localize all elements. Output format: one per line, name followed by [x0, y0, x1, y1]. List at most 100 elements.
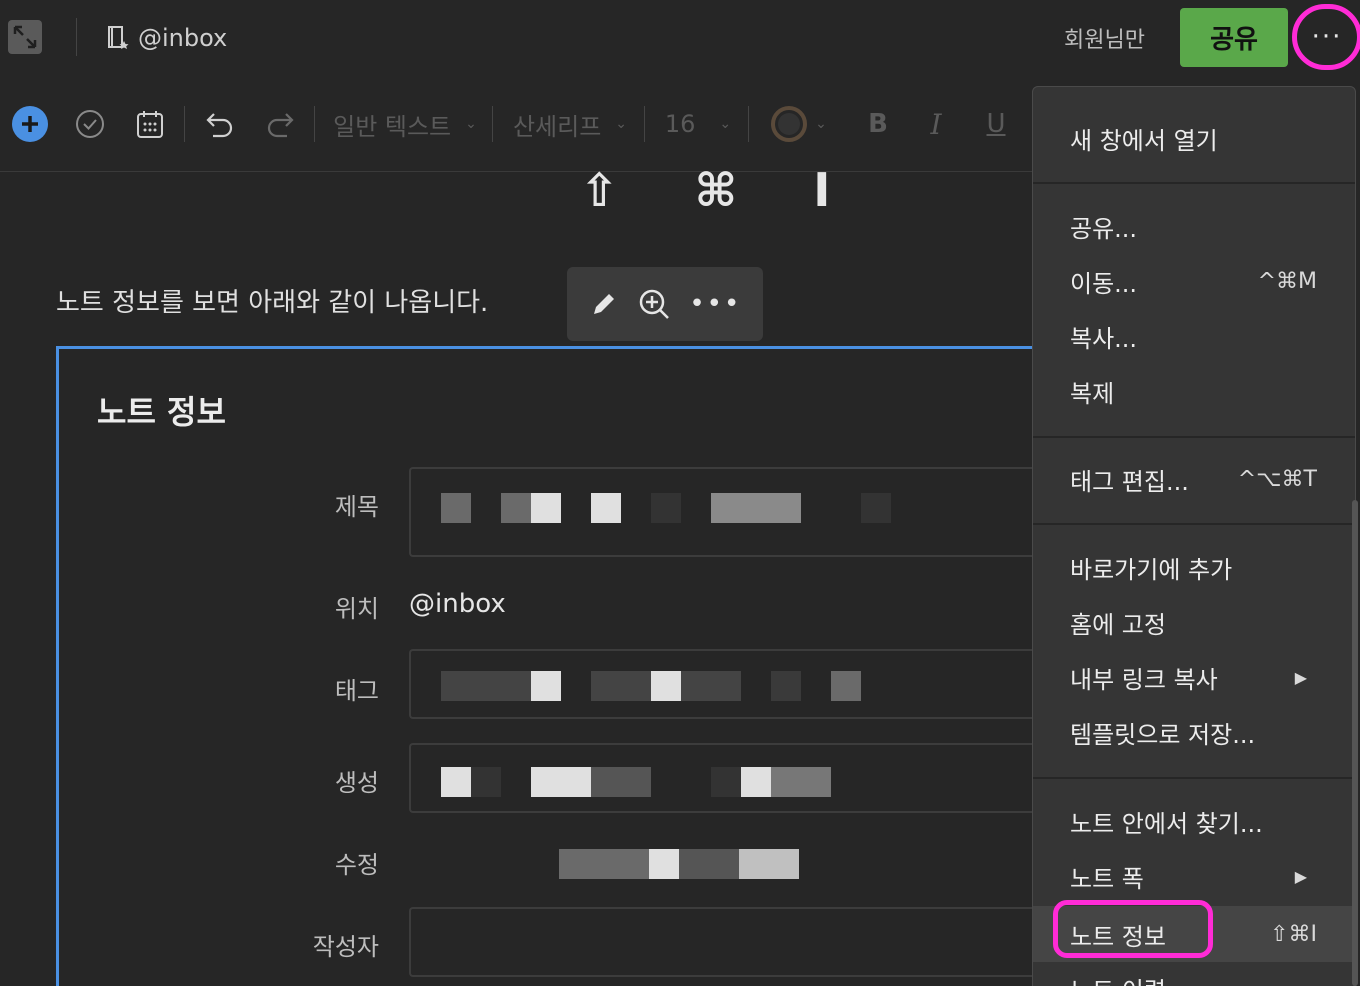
- divider: [748, 106, 749, 142]
- italic-button[interactable]: I: [918, 96, 954, 152]
- menu-item-label: 템플릿으로 저장...: [1070, 720, 1256, 749]
- submenu-arrow-icon: ▶: [1294, 667, 1307, 687]
- menu-item-label: 복사...: [1070, 324, 1138, 353]
- divider: [76, 18, 77, 56]
- note-info-title: 노트 정보: [97, 393, 226, 431]
- text-style-dropdown[interactable]: 일반 텍스트 ⌄: [330, 96, 480, 152]
- author-label: 작성자: [312, 933, 379, 961]
- more-options-menu: 새 창에서 열기 공유... 이동... ^⌘M 복사... 복제 태그 편집..…: [1032, 86, 1356, 986]
- top-bar: @inbox 회원님만 공유 ···: [0, 0, 1360, 76]
- menu-item-label: 공유...: [1070, 214, 1138, 243]
- menu-shortcut: ⇧⌘I: [1270, 921, 1317, 947]
- image-floating-toolbar: •••: [567, 267, 763, 341]
- font-label: 산세리프: [512, 112, 602, 141]
- divider: [184, 106, 185, 142]
- menu-share[interactable]: 공유...: [1033, 202, 1355, 250]
- menu-shortcut: ^⌘M: [1257, 268, 1317, 294]
- menu-divider: [1033, 436, 1355, 438]
- modified-value-redacted: [559, 849, 649, 879]
- menu-edit-tags[interactable]: 태그 편집... ^⌥⌘T: [1033, 455, 1355, 503]
- menu-item-label: 바로가기에 추가: [1070, 555, 1233, 584]
- chevron-down-icon: ⌄: [465, 116, 477, 132]
- title-field: [409, 467, 1049, 557]
- menu-item-label: 노트 이력: [1070, 971, 1166, 986]
- location-label: 위치: [334, 595, 379, 623]
- modified-value-redacted: [679, 849, 739, 879]
- text-color-dropdown[interactable]: ⌄: [764, 96, 834, 152]
- font-size-dropdown[interactable]: 16 ⌄: [658, 96, 738, 152]
- sharing-status: 회원님만: [1064, 28, 1145, 53]
- menu-pin-home[interactable]: 홈에 고정: [1033, 598, 1355, 646]
- modified-value-redacted: [739, 849, 799, 879]
- plus-icon: [12, 106, 48, 142]
- menu-item-label: 노트 폭: [1070, 864, 1144, 893]
- notebook-selector[interactable]: @inbox: [106, 20, 227, 56]
- underline-button[interactable]: U: [978, 96, 1014, 152]
- divider: [314, 106, 315, 142]
- chevron-down-icon: ⌄: [615, 116, 628, 132]
- modified-label: 수정: [334, 851, 379, 879]
- notebook-icon: [108, 26, 129, 49]
- divider: [492, 106, 493, 142]
- submenu-arrow-icon: ▶: [1294, 866, 1307, 886]
- zoom-in-icon[interactable]: [638, 288, 670, 320]
- expand-icon[interactable]: [8, 20, 42, 54]
- menu-item-label: 내부 링크 복사: [1070, 665, 1218, 694]
- insert-button[interactable]: [10, 96, 50, 152]
- undo-button[interactable]: [202, 96, 238, 152]
- created-field: [409, 743, 1049, 813]
- divider: [644, 106, 645, 142]
- calendar-button[interactable]: [132, 96, 168, 152]
- menu-copy[interactable]: 복사...: [1033, 312, 1355, 360]
- menu-add-shortcut[interactable]: 바로가기에 추가: [1033, 543, 1355, 591]
- menu-divider: [1033, 523, 1355, 525]
- checklist-button[interactable]: [72, 96, 108, 152]
- menu-find-in-note[interactable]: 노트 안에서 찾기...: [1033, 797, 1355, 845]
- formatting-toolbar: 일반 텍스트 ⌄ 산세리프 ⌄ 16 ⌄ ⌄ B I U: [0, 96, 1040, 156]
- more-options-button[interactable]: ···: [1292, 4, 1360, 70]
- location-value: @inbox: [409, 589, 506, 619]
- tags-field: [409, 649, 1049, 719]
- created-label: 생성: [334, 769, 379, 797]
- tags-label: 태그: [334, 677, 379, 705]
- menu-item-label: 새 창에서 열기: [1070, 126, 1218, 155]
- redo-button[interactable]: [262, 96, 298, 152]
- chevron-down-icon: ⌄: [719, 116, 732, 132]
- menu-item-label: 이동...: [1070, 269, 1138, 298]
- menu-shortcut: ^⌥⌘T: [1237, 466, 1317, 492]
- menu-open-new-window[interactable]: 새 창에서 열기: [1033, 114, 1355, 162]
- redo-icon: [267, 113, 294, 138]
- menu-scrollbar[interactable]: [1352, 500, 1358, 986]
- menu-save-template[interactable]: 템플릿으로 저장...: [1033, 708, 1355, 756]
- menu-note-history[interactable]: 노트 이력: [1033, 965, 1355, 986]
- modified-value-redacted: [649, 849, 679, 879]
- menu-divider: [1033, 777, 1355, 779]
- font-dropdown[interactable]: 산세리프 ⌄: [508, 96, 632, 152]
- shortcut-heading: ⇧ ⌘ I: [580, 170, 861, 210]
- calendar-icon: [137, 111, 163, 138]
- bold-button[interactable]: B: [860, 96, 896, 152]
- undo-icon: [206, 113, 233, 138]
- notebook-name: @inbox: [138, 24, 228, 52]
- font-size-label: 16: [664, 110, 696, 138]
- toolbar-divider: [0, 171, 1040, 172]
- checkbox-icon: [76, 110, 104, 138]
- author-field: [409, 907, 1049, 977]
- share-button[interactable]: 공유: [1180, 8, 1288, 67]
- chevron-down-icon: ⌄: [815, 116, 827, 132]
- title-label: 제목: [334, 493, 379, 521]
- pencil-icon[interactable]: [589, 289, 619, 319]
- menu-item-label: 노트 안에서 찾기...: [1070, 809, 1263, 838]
- menu-note-width[interactable]: 노트 폭 ▶: [1033, 852, 1355, 900]
- highlight-annotation: [1053, 900, 1213, 958]
- menu-item-label: 복제: [1070, 379, 1115, 408]
- menu-move[interactable]: 이동... ^⌘M: [1033, 257, 1355, 305]
- menu-divider: [1033, 182, 1355, 184]
- menu-item-label: 태그 편집...: [1070, 467, 1189, 496]
- more-icon[interactable]: •••: [689, 289, 741, 319]
- color-wheel-icon: [771, 106, 808, 142]
- text-style-label: 일반 텍스트: [333, 112, 452, 141]
- menu-duplicate[interactable]: 복제: [1033, 367, 1355, 415]
- menu-copy-internal-link[interactable]: 내부 링크 복사 ▶: [1033, 653, 1355, 701]
- menu-item-label: 홈에 고정: [1070, 610, 1166, 639]
